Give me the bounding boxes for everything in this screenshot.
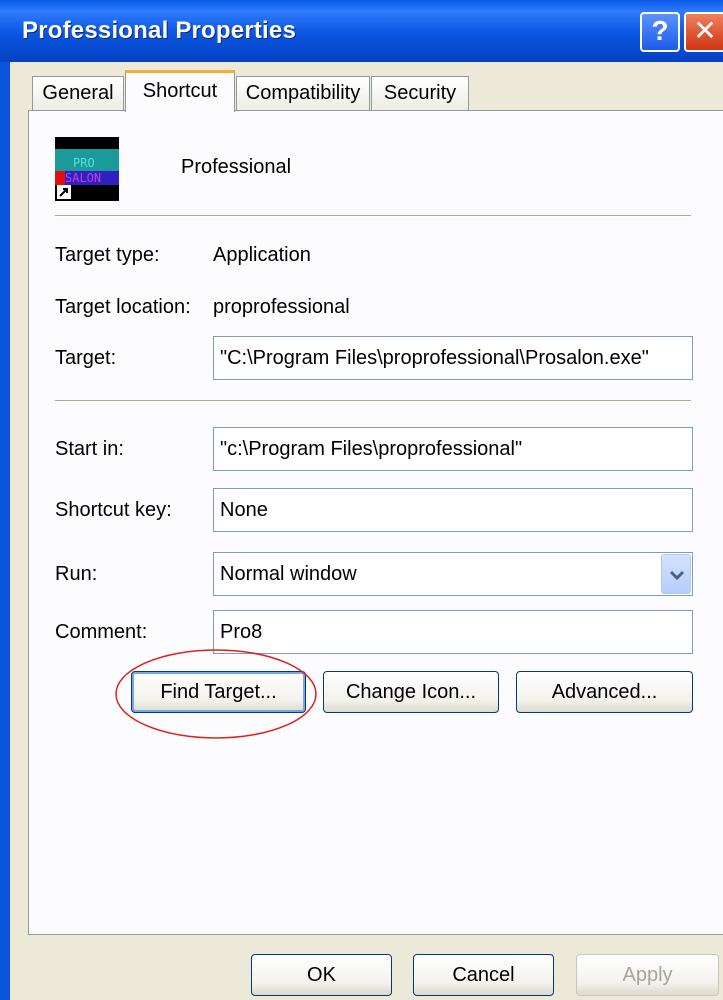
separator bbox=[55, 215, 691, 217]
run-dropdown-button[interactable] bbox=[661, 554, 691, 594]
find-target-button[interactable]: Find Target... bbox=[131, 671, 306, 713]
separator bbox=[55, 400, 691, 402]
target-input[interactable]: "C:\Program Files\proprofessional\Prosal… bbox=[213, 336, 693, 380]
comment-input[interactable]: Pro8 bbox=[213, 610, 693, 654]
shortcut-key-label: Shortcut key: bbox=[55, 499, 172, 521]
shortcut-key-input[interactable]: None bbox=[213, 488, 693, 532]
tab-general[interactable]: General bbox=[32, 76, 124, 110]
cancel-button[interactable]: Cancel bbox=[413, 954, 554, 996]
run-select[interactable]: Normal window bbox=[213, 552, 693, 596]
window-title: Professional Properties bbox=[22, 17, 297, 44]
target-type-value: Application bbox=[213, 244, 311, 266]
app-shortcut-icon: PRO SALON bbox=[55, 137, 119, 201]
target-location-value: proprofessional bbox=[213, 296, 350, 318]
chevron-down-icon bbox=[669, 570, 685, 581]
target-type-label: Target type: bbox=[55, 244, 160, 266]
icon-text-pro: PRO bbox=[73, 156, 95, 170]
window-frame bbox=[0, 62, 10, 1000]
ok-button[interactable]: OK bbox=[251, 954, 392, 996]
start-in-label: Start in: bbox=[55, 438, 124, 460]
start-in-input[interactable]: "c:\Program Files\proprofessional" bbox=[213, 427, 693, 471]
shortcut-name: Professional bbox=[181, 156, 292, 178]
change-icon-button[interactable]: Change Icon... bbox=[323, 671, 499, 713]
tab-shortcut[interactable]: Shortcut bbox=[125, 70, 235, 112]
advanced-button[interactable]: Advanced... bbox=[516, 671, 693, 713]
icon-text-salon: SALON bbox=[65, 171, 101, 185]
target-label: Target: bbox=[55, 347, 117, 369]
run-label: Run: bbox=[55, 563, 98, 585]
close-button[interactable]: ✕ bbox=[684, 12, 723, 52]
help-icon: ? bbox=[651, 15, 669, 46]
help-button[interactable]: ? bbox=[640, 12, 680, 52]
tab-compatibility[interactable]: Compatibility bbox=[236, 76, 370, 110]
close-icon: ✕ bbox=[693, 15, 717, 46]
run-select-value: Normal window bbox=[220, 563, 357, 585]
comment-label: Comment: bbox=[55, 621, 148, 643]
target-location-label: Target location: bbox=[55, 296, 191, 318]
apply-button[interactable]: Apply bbox=[576, 954, 719, 996]
tab-security[interactable]: Security bbox=[371, 76, 469, 110]
